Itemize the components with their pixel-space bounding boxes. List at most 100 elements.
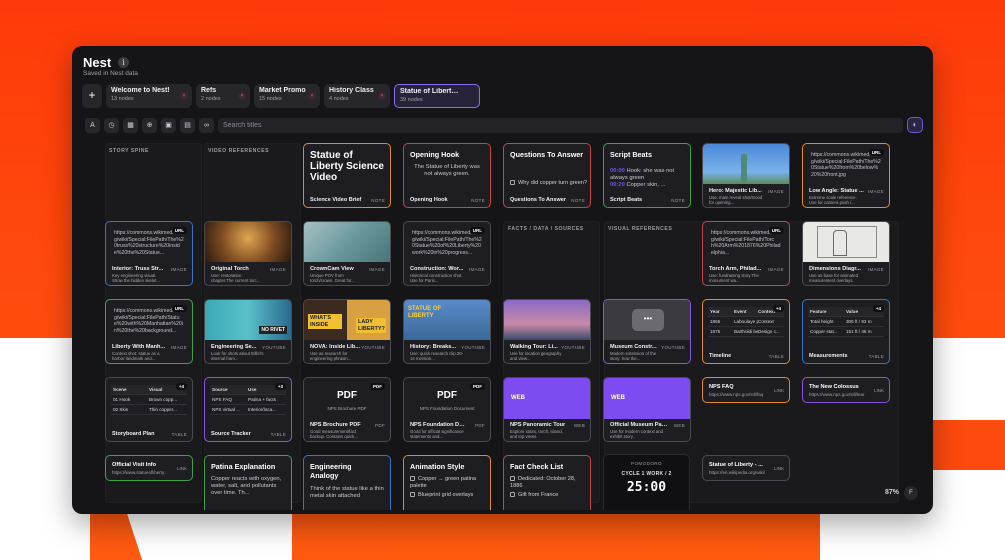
close-icon[interactable]: × bbox=[378, 92, 386, 100]
video-card-history[interactable]: STATUE OF LIBERTY History: Breaks... Use… bbox=[403, 299, 491, 364]
note-card-engineering-analogy[interactable]: Engineering Analogy Think of the statue … bbox=[303, 455, 391, 510]
card-type: IMAGE bbox=[170, 267, 187, 272]
image-card-original-torch[interactable]: Original Torch Use: restoration chapter.… bbox=[204, 221, 292, 286]
table-cell: 1865 bbox=[710, 319, 721, 324]
card-description: Context shot: statue as a harbor landmar… bbox=[112, 351, 160, 361]
video-thumbnail: ••• bbox=[604, 300, 690, 340]
video-card-nova[interactable]: WHAT'S INSIDE LADY LIBERTY? NOVA: Inside… bbox=[303, 299, 391, 364]
card-description: Good for official significance statement… bbox=[410, 429, 464, 439]
play-icon[interactable]: ••• bbox=[632, 309, 664, 331]
image-card-low-angle[interactable]: https://commons.wikimedia.org/wiki/Speci… bbox=[802, 143, 890, 208]
fit-view-button[interactable]: F bbox=[904, 486, 918, 500]
video-card-walking-tour[interactable]: Walking Tour: Li... Use for location geo… bbox=[503, 299, 591, 364]
link-card-official-visit[interactable]: Official Visit Info https://www.statueof… bbox=[105, 455, 193, 481]
link-card-new-colossus[interactable]: The New Colossus https://www.nps.gov/stl… bbox=[802, 377, 890, 403]
checklist-card-fact-check[interactable]: Fact Check List Dedicated: October 28, 1… bbox=[503, 455, 591, 510]
table-card-timeline[interactable]: YearEventContext 1865Laboulaye p...Conte… bbox=[702, 299, 790, 364]
video-card-engineering[interactable]: NO RIVET Engineering Se... Look for shot… bbox=[204, 299, 292, 364]
card-type: LINK bbox=[873, 388, 884, 393]
card-type: IMAGE bbox=[269, 267, 286, 272]
video-card-museum[interactable]: ••• Museum Constr... Modern extension of… bbox=[603, 299, 691, 364]
card-type: YOUTUBE bbox=[661, 345, 685, 350]
card-type: NOTE bbox=[671, 198, 685, 203]
table-card-measurements[interactable]: Feature Value Total height 305 ft / 93 m C… bbox=[802, 299, 890, 364]
card-title: Walking Tour: Li... bbox=[510, 344, 558, 350]
pomodoro-timer[interactable]: POMODORO CYCLE 1 WORK / 2 25:00 bbox=[603, 454, 690, 510]
text-format-icon[interactable]: A bbox=[85, 117, 100, 133]
card-header: Script Beats bbox=[610, 150, 652, 159]
document-icon[interactable]: ▤ bbox=[180, 117, 195, 133]
checkbox[interactable] bbox=[510, 476, 515, 481]
pdf-card-nps-brochure[interactable]: PDF NPS Brochure PDF PDF NPS Brochure PD… bbox=[303, 377, 391, 442]
image-card-crowncam[interactable]: CrownCam View Unique POV from torch/crow… bbox=[303, 221, 391, 286]
grid-icon[interactable]: ▣ bbox=[161, 117, 176, 133]
close-icon[interactable]: × bbox=[308, 92, 316, 100]
image-card-dimensions[interactable]: Dimensions Diagr... Use as base for anim… bbox=[802, 221, 890, 286]
lane-label: VIDEO REFERENCES bbox=[208, 148, 270, 154]
thumbnail-caption: NO RIVET bbox=[259, 326, 287, 334]
image-card-interior[interactable]: https://commons.wikimedia.org/wiki/Speci… bbox=[105, 221, 193, 286]
tab-refs[interactable]: Refs 2 nodes × bbox=[196, 84, 250, 108]
image-card-liberty-manhattan[interactable]: https://commons.wikimedia.org/wiki/Speci… bbox=[105, 299, 193, 364]
globe-icon[interactable]: ⊕ bbox=[142, 117, 157, 133]
checkbox[interactable] bbox=[410, 476, 415, 481]
clock-icon[interactable]: ◷ bbox=[104, 117, 119, 133]
close-icon[interactable]: × bbox=[238, 92, 246, 100]
board-canvas[interactable]: STORY SPINE VIDEO REFERENCES FACTS / DAT… bbox=[82, 140, 920, 510]
note-card-science-brief[interactable]: Statue of Liberty Science Video Science … bbox=[303, 143, 391, 208]
tab-label: Welcome to Nest! bbox=[111, 87, 170, 94]
close-icon[interactable]: × bbox=[180, 92, 188, 100]
more-rows-badge: +4 bbox=[175, 383, 187, 390]
checklist-item[interactable]: Gift from France bbox=[510, 492, 558, 498]
card-title: Engineering Se... bbox=[211, 344, 257, 350]
tab-market-promo[interactable]: Market Promo 15 nodes × bbox=[254, 84, 320, 108]
card-body: Think of the statue like a thin metal sk… bbox=[310, 486, 384, 499]
link-icon[interactable]: ∞ bbox=[199, 117, 214, 133]
image-thumbnail bbox=[803, 222, 889, 262]
table-card-storyboard[interactable]: Scene Visual 01 Hook Brown copp... 02 Skin… bbox=[105, 377, 193, 442]
note-card-script-beats[interactable]: Script Beats 00:00 Hook: she was not alw… bbox=[603, 143, 691, 208]
link-card-nps-faq[interactable]: NPS FAQ https://www.nps.gov/stli/faq LIN… bbox=[702, 377, 790, 403]
more-rows-badge: +3 bbox=[274, 383, 286, 390]
note-card-opening-hook[interactable]: Opening Hook The Statue of Liberty was n… bbox=[403, 143, 491, 208]
checkbox[interactable] bbox=[410, 492, 415, 497]
pdf-filename: NPS Brochure PDF bbox=[327, 406, 367, 411]
checklist-item[interactable]: Copper → green patina palette bbox=[410, 476, 488, 490]
checklist-item[interactable]: Dedicated: October 28, 1886 bbox=[510, 476, 588, 490]
tab-count: 4 nodes bbox=[329, 96, 349, 102]
checkbox[interactable] bbox=[510, 492, 515, 497]
card-footer: Script Beats bbox=[610, 197, 643, 203]
pdf-icon: PDF bbox=[437, 390, 457, 401]
card-footer: Opening Hook bbox=[410, 197, 448, 203]
checkbox[interactable] bbox=[510, 180, 515, 185]
tab-statue-of-liberty[interactable]: Statue of Liberty... 39 nodes bbox=[394, 84, 480, 108]
tab-history-class[interactable]: History Class 4 nodes × bbox=[324, 84, 390, 108]
toolbar: A ◷ ▦ ⊕ ▣ ▤ ∞ ◐ bbox=[85, 117, 923, 133]
image-card-hero[interactable]: Hero: Majestic Lib... Use: main reveal s… bbox=[702, 143, 790, 208]
image-card-construction[interactable]: https://commons.wikimedia.org/wiki/Speci… bbox=[403, 221, 491, 286]
image-card-torch-arm[interactable]: https://commons.wikimedia.org/wiki/Speci… bbox=[702, 221, 790, 286]
add-canvas-button[interactable]: + bbox=[82, 84, 102, 108]
card-title: Statue of Liberty Science Video bbox=[310, 150, 384, 183]
note-card-patina[interactable]: Patina Explanation Copper reacts with ox… bbox=[204, 455, 292, 510]
pdf-card-nps-foundation[interactable]: PDF NPS Foundation Document PDF NPS Foun… bbox=[403, 377, 491, 442]
card-description: Look for shots about Eiffel's internal f… bbox=[211, 351, 264, 361]
info-icon[interactable]: i bbox=[118, 57, 129, 68]
web-card-nps-panoramic[interactable]: WEB NPS Panoramic Tour Explore stairs, t… bbox=[503, 377, 591, 442]
note-card-questions[interactable]: Questions To Answer Why did copper turn … bbox=[503, 143, 591, 208]
zoom-level: 87% bbox=[884, 489, 899, 496]
checklist-item[interactable]: Why did copper turn green? bbox=[510, 180, 587, 186]
checklist-item[interactable]: Blueprint grid overlays bbox=[410, 492, 473, 498]
table-icon[interactable]: ▦ bbox=[123, 117, 138, 133]
web-card-official-museum[interactable]: WEB Official Museum Page Use for modern … bbox=[603, 377, 691, 442]
table-card-source-tracker[interactable]: Source Use NPS FAQ Patina + facts NPS virt… bbox=[204, 377, 292, 442]
checklist-card-animation-style[interactable]: Animation Style Copper → green patina pa… bbox=[403, 455, 491, 510]
card-title: NOVA: Inside Lib... bbox=[310, 344, 360, 350]
search-input[interactable] bbox=[223, 121, 903, 129]
card-footer: Questions To Answer bbox=[510, 197, 566, 203]
card-header: Engineering Analogy bbox=[310, 462, 352, 480]
tab-welcome[interactable]: Welcome to Nest! 13 nodes × bbox=[106, 84, 192, 108]
card-type: NOTE bbox=[371, 198, 385, 203]
link-card-wikipedia[interactable]: Statue of Liberty - ... https://en.wikip… bbox=[702, 455, 790, 481]
palette-icon[interactable]: ◐ bbox=[907, 117, 923, 133]
